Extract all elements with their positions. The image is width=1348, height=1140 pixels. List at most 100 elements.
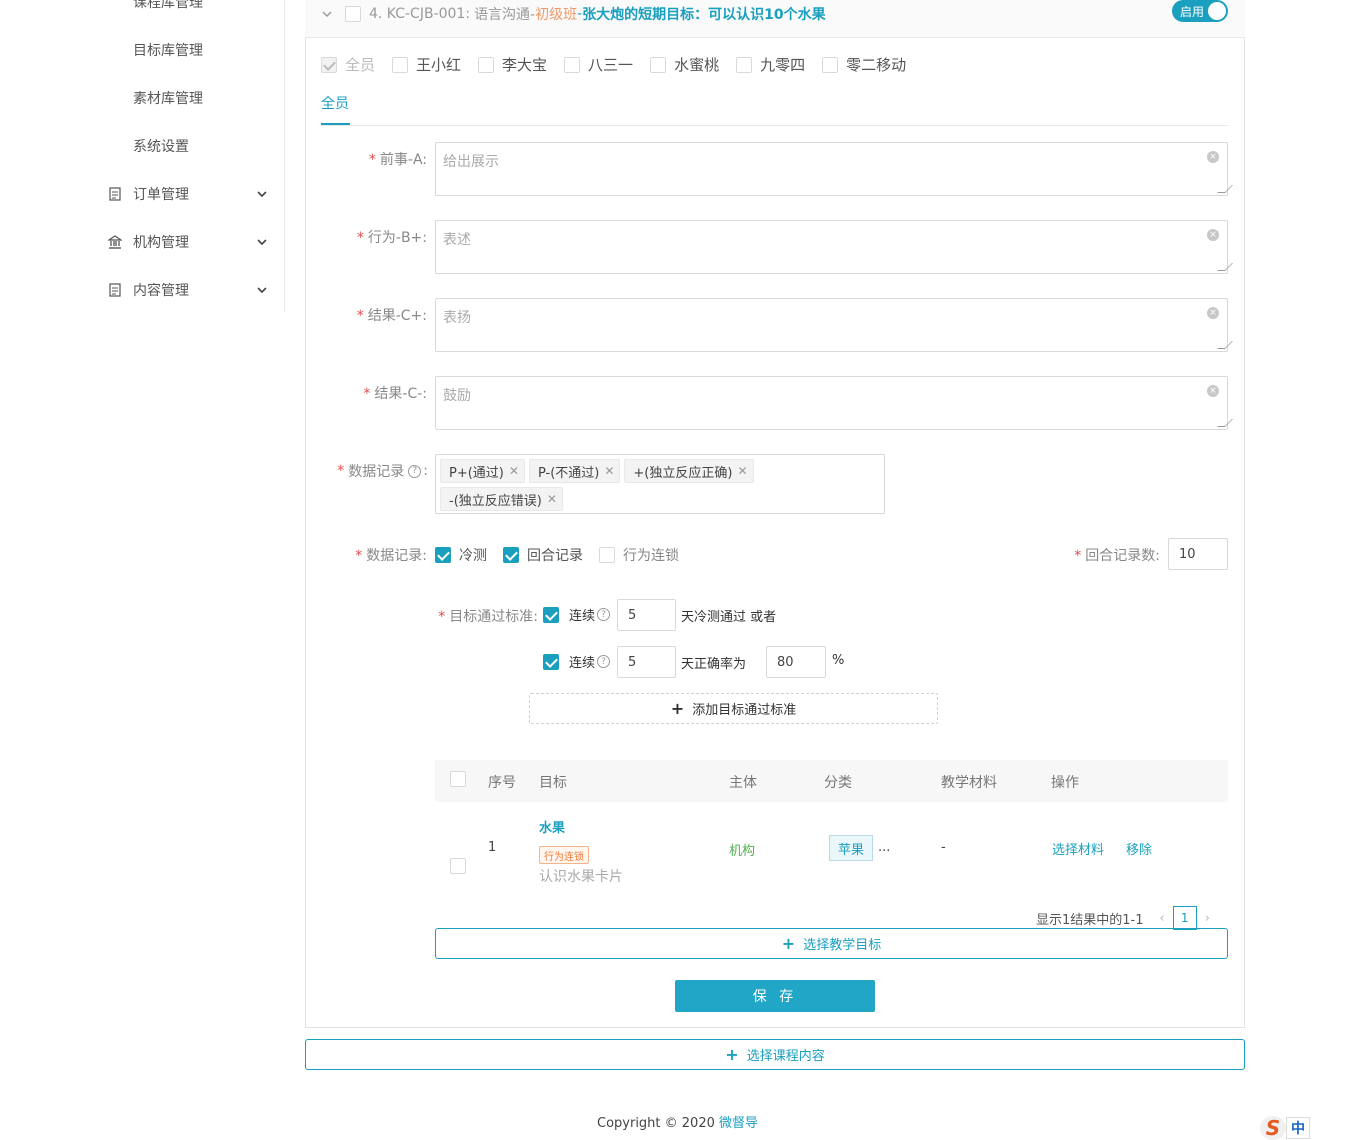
data-record-tag-select[interactable]: P+(通过) ✕ P-(不通过) ✕ +(独立反应正确) ✕ -(独立反应错误) ✕ [435,454,885,514]
sidebar-group-content[interactable]: 内容管理 [108,280,268,300]
sidebar-group-institutions[interactable]: 机构管理 [108,232,268,252]
checkbox[interactable] [599,547,615,563]
card-select-checkbox[interactable] [345,6,361,22]
ime-indicator[interactable]: S 中 [1260,1116,1313,1140]
sogou-logo-icon: S [1260,1116,1286,1140]
behavior-textarea[interactable]: 表述 × [435,220,1233,274]
tag: +(独立反应正确) ✕ [624,459,754,483]
sidebar-group-label: 机构管理 [133,235,189,251]
chevron-down-icon[interactable] [321,8,333,20]
select-all-checkbox[interactable] [450,771,466,787]
placeholder: 鼓励 [443,388,471,404]
card-title-course: 语言沟通- [474,7,536,23]
document-icon [108,283,122,297]
goal-description: 认识水果卡片 [539,869,623,885]
member-all[interactable]: 全员 [321,54,375,75]
close-icon[interactable]: ✕ [604,464,614,478]
row-index: 1 [488,840,497,855]
help-icon[interactable]: ? [408,464,422,478]
member-item[interactable]: 李大宝 [478,54,547,75]
checkbox[interactable] [392,56,409,73]
result-positive-textarea[interactable]: 表扬 × [435,298,1233,352]
sidebar-item-course-library[interactable]: 课程库管理 [133,0,203,12]
button-label: 选择教学目标 [803,938,882,953]
next-page-icon[interactable]: › [1205,911,1210,926]
checkbox[interactable] [650,56,667,73]
help-icon[interactable]: ? [597,608,611,621]
ime-mode[interactable]: 中 [1286,1117,1310,1139]
record-options-group: 冷测 回合记录 行为连锁 [435,545,679,565]
col-header-subject: 主体 [729,775,757,791]
footer-copyright: Copyright © 2020 微督导 [597,1112,758,1131]
result-negative-textarea[interactable]: 鼓励 × [435,376,1233,430]
row-checkbox[interactable] [450,858,466,874]
criteria-1-checkbox[interactable] [543,606,559,623]
goal-link[interactable]: 水果 [539,817,565,836]
field-label-round-count: * 回合记录数: [1074,548,1160,564]
page-button[interactable]: 1 [1172,906,1197,930]
clear-icon[interactable]: × [1207,151,1219,163]
criteria-2-percent-input[interactable]: 80 [766,646,826,678]
tag: -(独立反应错误) ✕ [440,487,563,511]
field-label-pass-criteria: * 目标通过标准: [438,609,538,625]
enable-toggle[interactable]: 启用 [1172,0,1228,22]
sidebar-item-material-library[interactable]: 素材库管理 [133,88,203,108]
member-item[interactable]: 王小红 [392,54,461,75]
sidebar-item-goal-library[interactable]: 目标库管理 [133,40,203,60]
criteria-1-suffix: 天冷测通过 或者 [681,610,777,625]
criteria-row-2: 连续 ? [543,652,611,671]
select-material-link[interactable]: 选择材料 [1052,839,1104,858]
tag: P-(不通过) ✕ [528,459,621,483]
help-icon[interactable]: ? [597,655,611,668]
checkbox[interactable] [503,547,519,563]
option-cold-test[interactable]: 冷测 [435,545,487,565]
criteria-2-checkbox[interactable] [543,653,559,670]
checkbox[interactable] [822,56,839,73]
checkbox[interactable] [321,56,337,73]
tab-all[interactable]: 全员 [321,93,349,113]
close-icon[interactable]: ✕ [547,492,557,506]
clear-icon[interactable]: × [1207,229,1219,241]
card-title-row: 4. KC-CJB-001: 语言沟通- 初级班 - 张大炮的短期目标：可以认识… [321,4,826,24]
sidebar-item-system-settings[interactable]: 系统设置 [133,136,189,156]
sidebar-group-orders[interactable]: 订单管理 [108,184,268,204]
sidebar: 课程库管理 目标库管理 素材库管理 系统设置 订单管理 机构管理 内容管理 [0,0,285,312]
brand-link[interactable]: 微督导 [719,1116,758,1131]
checkbox[interactable] [736,56,753,73]
row-material: - [941,840,946,855]
antecedent-textarea[interactable]: 给出展示 × [435,142,1233,196]
field-label-antecedent: * 前事-A: [368,152,427,168]
checkbox[interactable] [478,56,495,73]
checkbox[interactable] [435,547,451,563]
institution-icon [108,235,122,249]
option-round-record[interactable]: 回合记录 [503,545,583,565]
save-button[interactable]: 保 存 [675,980,875,1012]
member-label: 李大宝 [502,56,548,74]
field-label-data-record-options: * 数据记录: [355,548,427,564]
prev-page-icon[interactable]: ‹ [1160,911,1165,926]
option-behavior-chain[interactable]: 行为连锁 [599,545,679,565]
member-item[interactable]: 九零四 [736,54,805,75]
close-icon[interactable]: ✕ [509,464,519,478]
clear-icon[interactable]: × [1207,385,1219,397]
member-item[interactable]: 八三一 [564,54,633,75]
checkbox[interactable] [564,56,581,73]
card-title-level: 初级班 [535,7,578,23]
card-title-number: 4. KC-CJB-001: [369,6,471,22]
chevron-down-icon [257,239,267,246]
category-more: ... [878,840,891,855]
tab-divider [321,125,1228,126]
add-criteria-button[interactable]: + 添加目标通过标准 [529,693,938,724]
criteria-1-days-input[interactable]: 5 [617,599,676,631]
round-count-input[interactable]: 10 [1168,538,1228,570]
criteria-2-days-input[interactable]: 5 [617,646,676,678]
member-item[interactable]: 水蜜桃 [650,54,719,75]
select-teaching-goal-button[interactable]: + 选择教学目标 [435,928,1228,959]
clear-icon[interactable]: × [1207,307,1219,319]
remove-link[interactable]: 移除 [1126,839,1152,858]
close-icon[interactable]: ✕ [737,464,747,478]
chevron-down-icon [257,287,267,294]
placeholder: 给出展示 [443,154,499,170]
member-item[interactable]: 零二移动 [822,54,906,75]
select-course-content-button[interactable]: + 选择课程内容 [305,1039,1245,1070]
